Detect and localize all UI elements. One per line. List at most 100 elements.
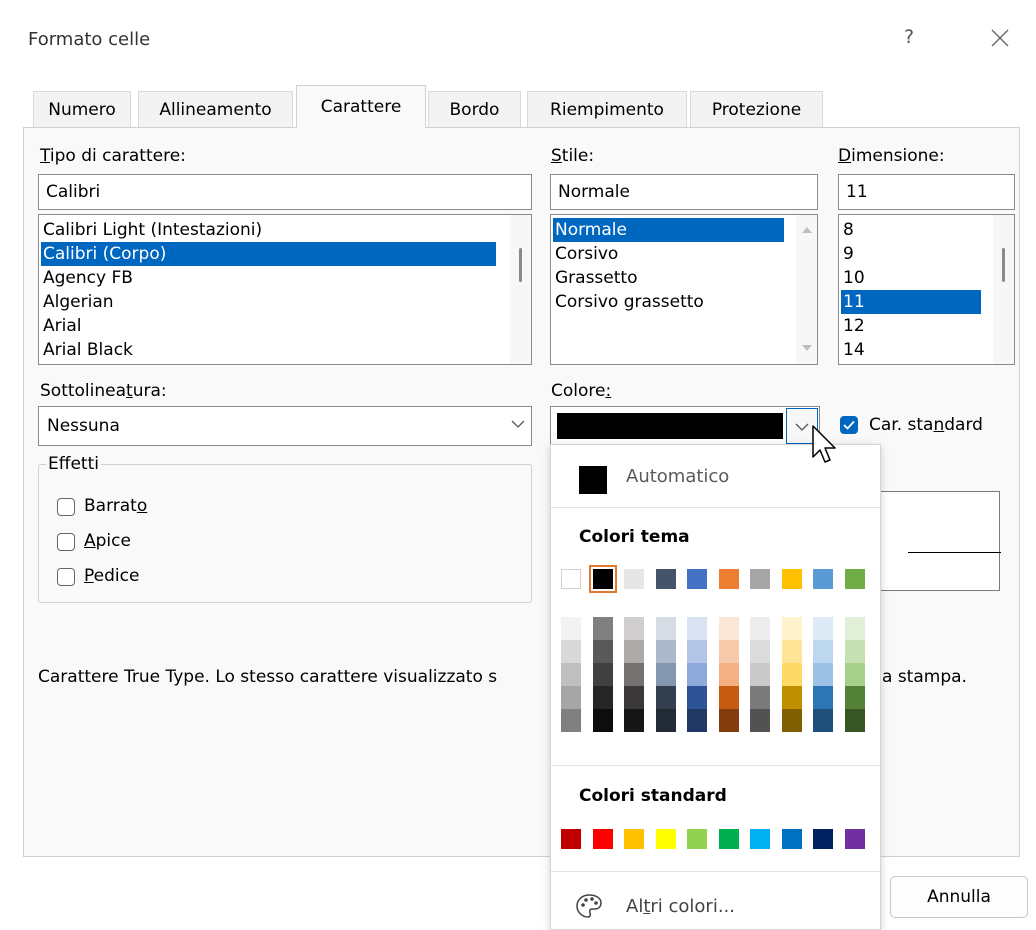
shade-swatch[interactable] bbox=[592, 686, 613, 709]
strikethrough-checkbox[interactable] bbox=[57, 498, 75, 516]
shade-swatch[interactable] bbox=[718, 709, 739, 732]
tab-riempimento[interactable]: Riempimento bbox=[527, 91, 687, 127]
list-item[interactable]: 12 bbox=[841, 314, 865, 338]
list-item[interactable]: 14 bbox=[841, 338, 865, 362]
list-item[interactable]: Corsivo grassetto bbox=[553, 290, 704, 314]
shade-swatch[interactable] bbox=[750, 663, 770, 686]
font-input[interactable]: Calibri bbox=[38, 174, 532, 210]
shade-swatch[interactable] bbox=[844, 663, 865, 686]
shade-swatch[interactable] bbox=[750, 617, 770, 640]
shade-swatch[interactable] bbox=[781, 709, 802, 732]
size-list[interactable]: 8 9 10 11 12 14 bbox=[838, 214, 1015, 365]
tab-carattere[interactable]: Carattere bbox=[296, 85, 426, 128]
shade-swatch[interactable] bbox=[561, 663, 581, 686]
theme-color-swatch[interactable] bbox=[813, 569, 833, 589]
list-item[interactable]: 10 bbox=[841, 266, 865, 290]
strikethrough-label[interactable]: Barrato bbox=[84, 496, 147, 516]
theme-color-swatch[interactable] bbox=[655, 569, 676, 589]
shade-swatch[interactable] bbox=[592, 709, 613, 732]
standard-color-swatch[interactable] bbox=[655, 829, 676, 849]
standard-color-swatch[interactable] bbox=[718, 829, 739, 849]
automatic-label[interactable]: Automatico bbox=[626, 466, 729, 487]
shade-swatch[interactable] bbox=[561, 640, 581, 663]
list-item[interactable]: Agency FB bbox=[41, 266, 133, 290]
shade-swatch[interactable] bbox=[813, 686, 833, 709]
standard-color-swatch[interactable] bbox=[561, 829, 581, 849]
shade-swatch[interactable] bbox=[813, 709, 833, 732]
shade-swatch[interactable] bbox=[781, 640, 802, 663]
standard-color-swatch[interactable] bbox=[844, 829, 865, 849]
style-list-scrollbar[interactable] bbox=[796, 215, 817, 364]
shade-swatch[interactable] bbox=[687, 686, 707, 709]
shade-swatch[interactable] bbox=[592, 617, 613, 640]
style-input[interactable]: Normale bbox=[550, 174, 818, 210]
shade-swatch[interactable] bbox=[655, 709, 676, 732]
shade-swatch[interactable] bbox=[718, 663, 739, 686]
color-combo[interactable] bbox=[550, 406, 820, 446]
size-list-scrollbar[interactable] bbox=[993, 215, 1014, 364]
shade-swatch[interactable] bbox=[624, 617, 644, 640]
list-item[interactable]: 9 bbox=[841, 242, 854, 266]
list-item-selected[interactable]: 11 bbox=[841, 290, 981, 314]
shade-swatch[interactable] bbox=[561, 686, 581, 709]
normal-font-label[interactable]: Car. standard bbox=[869, 415, 983, 435]
list-item[interactable]: Corsivo bbox=[553, 242, 618, 266]
theme-color-swatch[interactable] bbox=[561, 569, 581, 589]
shade-swatch[interactable] bbox=[655, 640, 676, 663]
list-item[interactable]: Arial Black bbox=[41, 338, 133, 362]
superscript-checkbox[interactable] bbox=[57, 533, 75, 551]
tab-protezione[interactable]: Protezione bbox=[690, 91, 823, 127]
shade-swatch[interactable] bbox=[781, 617, 802, 640]
shade-swatch[interactable] bbox=[781, 686, 802, 709]
shade-swatch[interactable] bbox=[844, 617, 865, 640]
list-item[interactable]: Arial bbox=[41, 314, 81, 338]
standard-color-swatch[interactable] bbox=[687, 829, 707, 849]
theme-color-swatch[interactable] bbox=[588, 565, 617, 593]
subscript-checkbox[interactable] bbox=[57, 568, 75, 586]
shade-swatch[interactable] bbox=[750, 709, 770, 732]
list-item-selected[interactable]: Calibri (Corpo) bbox=[41, 242, 496, 266]
theme-color-swatch[interactable] bbox=[781, 569, 802, 589]
theme-color-swatch[interactable] bbox=[844, 569, 865, 589]
standard-color-swatch[interactable] bbox=[592, 829, 613, 849]
shade-swatch[interactable] bbox=[624, 663, 644, 686]
cancel-button[interactable]: Annulla bbox=[890, 876, 1028, 918]
shade-swatch[interactable] bbox=[561, 709, 581, 732]
shade-swatch[interactable] bbox=[592, 663, 613, 686]
shade-swatch[interactable] bbox=[561, 617, 581, 640]
help-button[interactable]: ? bbox=[904, 26, 914, 48]
shade-swatch[interactable] bbox=[687, 640, 707, 663]
theme-color-swatch[interactable] bbox=[687, 569, 707, 589]
shade-swatch[interactable] bbox=[592, 640, 613, 663]
superscript-label[interactable]: Apice bbox=[84, 531, 131, 551]
scroll-up-icon[interactable] bbox=[801, 225, 813, 235]
shade-swatch[interactable] bbox=[813, 663, 833, 686]
automatic-swatch[interactable] bbox=[579, 466, 607, 494]
shade-swatch[interactable] bbox=[750, 640, 770, 663]
shade-swatch[interactable] bbox=[750, 686, 770, 709]
font-list-scrollbar[interactable] bbox=[510, 215, 531, 364]
list-item-selected[interactable]: Normale bbox=[553, 218, 784, 242]
shade-swatch[interactable] bbox=[718, 617, 739, 640]
standard-color-swatch[interactable] bbox=[750, 829, 770, 849]
style-list[interactable]: Normale Corsivo Grassetto Corsivo grasse… bbox=[550, 214, 818, 365]
shade-swatch[interactable] bbox=[813, 640, 833, 663]
shade-swatch[interactable] bbox=[624, 709, 644, 732]
shade-swatch[interactable] bbox=[781, 663, 802, 686]
subscript-label[interactable]: Pedice bbox=[84, 566, 139, 586]
shade-swatch[interactable] bbox=[655, 686, 676, 709]
shade-swatch[interactable] bbox=[813, 617, 833, 640]
close-icon[interactable] bbox=[986, 24, 1014, 52]
list-item[interactable]: Calibri Light (Intestazioni) bbox=[41, 218, 262, 242]
font-list[interactable]: Calibri Light (Intestazioni) Calibri (Co… bbox=[38, 214, 532, 365]
underline-combo[interactable]: Nessuna bbox=[38, 406, 532, 446]
tab-allineamento[interactable]: Allineamento bbox=[138, 91, 293, 127]
shade-swatch[interactable] bbox=[687, 617, 707, 640]
standard-color-swatch[interactable] bbox=[813, 829, 833, 849]
standard-color-swatch[interactable] bbox=[781, 829, 802, 849]
shade-swatch[interactable] bbox=[844, 640, 865, 663]
shade-swatch[interactable] bbox=[624, 640, 644, 663]
normal-font-checkbox[interactable] bbox=[840, 416, 858, 434]
shade-swatch[interactable] bbox=[687, 663, 707, 686]
shade-swatch[interactable] bbox=[844, 709, 865, 732]
